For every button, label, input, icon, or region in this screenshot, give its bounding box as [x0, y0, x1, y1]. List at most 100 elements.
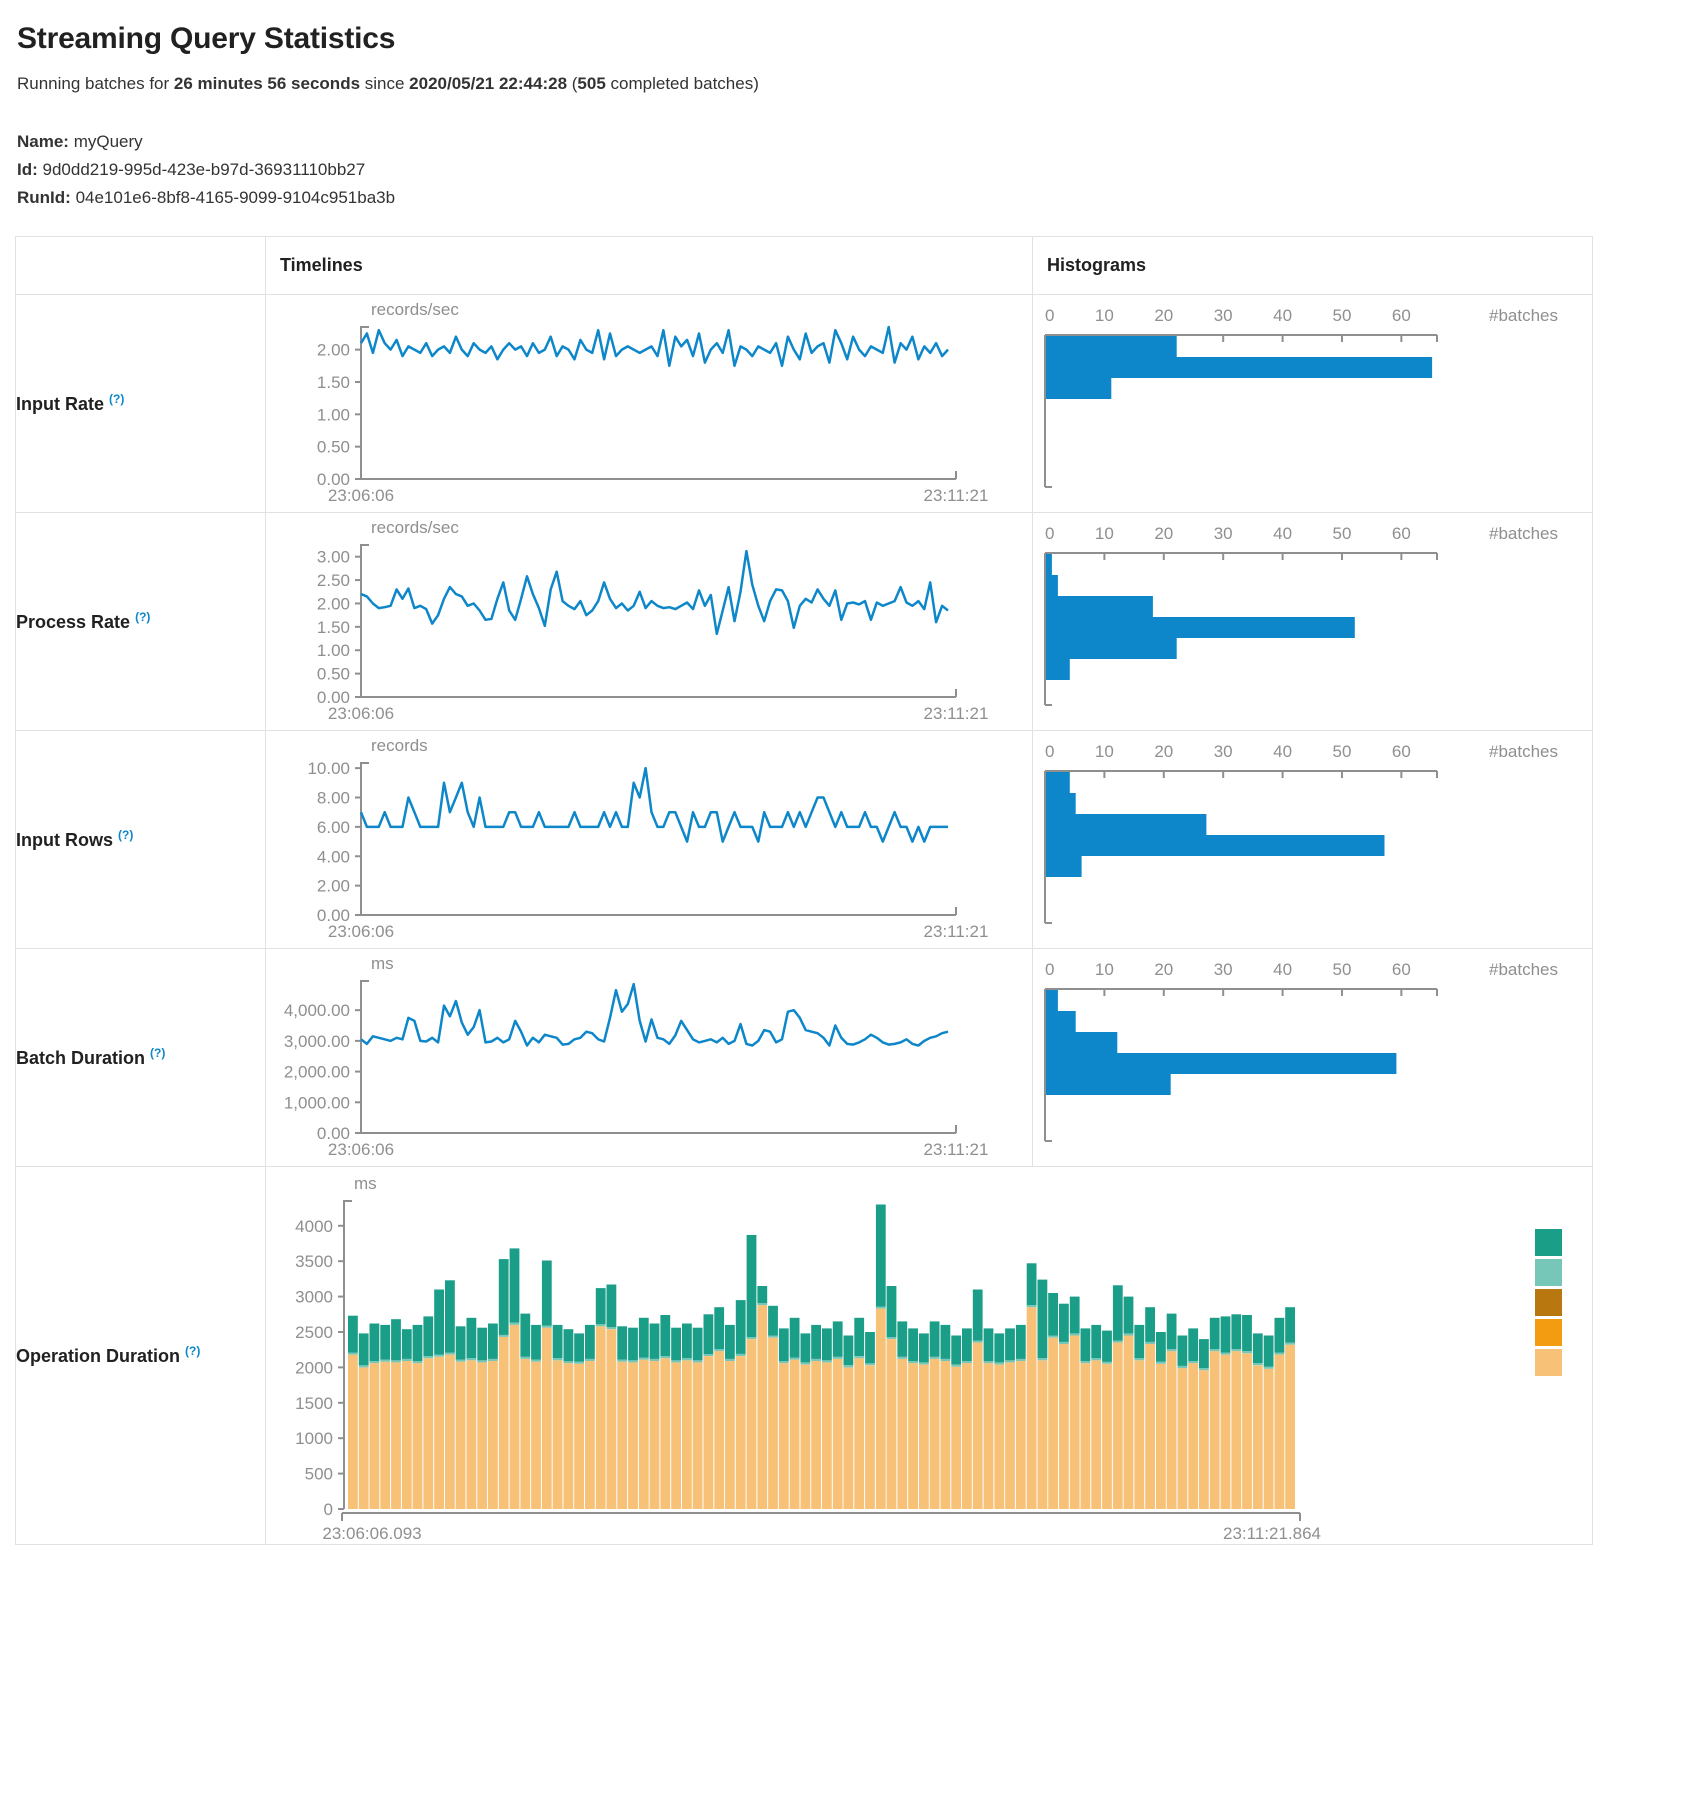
- query-id-line: Id: 9d0dd219-995d-423e-b97d-36931110bb27: [17, 156, 1678, 184]
- input-rate-timeline-cell: records/sec2.001.501.000.500.0023:06:062…: [266, 295, 1033, 513]
- svg-text:2.50: 2.50: [317, 571, 350, 590]
- svg-text:20: 20: [1154, 524, 1173, 543]
- svg-text:20: 20: [1154, 306, 1173, 325]
- running-duration: 26 minutes 56 seconds: [174, 74, 360, 93]
- process-rate-label-cell: Process Rate (?): [16, 513, 266, 731]
- svg-text:#batches: #batches: [1489, 960, 1558, 979]
- completed-count: 505: [577, 74, 605, 93]
- input-rate-timeline-chart: records/sec2.001.501.000.500.0023:06:062…: [266, 295, 1032, 512]
- process-rate-help-icon[interactable]: (?): [135, 610, 150, 624]
- operation-duration-help-icon[interactable]: (?): [185, 1344, 200, 1358]
- process-rate-timeline-chart: records/sec3.002.502.001.501.000.500.002…: [266, 513, 1032, 730]
- input-rows-histogram-chart: 0102030405060#batches: [1033, 735, 1592, 945]
- svg-text:10: 10: [1095, 524, 1114, 543]
- svg-text:20: 20: [1154, 960, 1173, 979]
- svg-text:23:11:21: 23:11:21: [924, 486, 989, 505]
- svg-text:0: 0: [1045, 960, 1054, 979]
- process-rate-histogram-cell: 0102030405060#batches: [1033, 513, 1593, 731]
- svg-text:0.50: 0.50: [317, 438, 350, 457]
- svg-text:records/sec: records/sec: [371, 518, 459, 537]
- table-header-row: Timelines Histograms: [16, 237, 1593, 295]
- svg-text:0: 0: [324, 1500, 333, 1519]
- svg-text:1,000.00: 1,000.00: [284, 1093, 350, 1112]
- svg-text:4000: 4000: [295, 1217, 333, 1236]
- svg-text:0.50: 0.50: [317, 665, 350, 684]
- svg-text:23:06:06: 23:06:06: [328, 1140, 394, 1159]
- batch-duration-help-icon[interactable]: (?): [150, 1046, 165, 1060]
- paren-open: (: [567, 74, 577, 93]
- id-label: Id:: [17, 160, 38, 179]
- svg-text:ms: ms: [371, 954, 394, 973]
- svg-text:#batches: #batches: [1489, 742, 1558, 761]
- svg-text:23:11:21: 23:11:21: [924, 1140, 989, 1159]
- input-rows-label-cell: Input Rows (?): [16, 731, 266, 949]
- input-rows-help-icon[interactable]: (?): [118, 828, 133, 842]
- svg-text:50: 50: [1333, 960, 1352, 979]
- input-rows-histogram-cell: 0102030405060#batches: [1033, 731, 1593, 949]
- id-value: 9d0dd219-995d-423e-b97d-36931110bb27: [43, 160, 366, 179]
- svg-text:1500: 1500: [295, 1394, 333, 1413]
- svg-text:3.00: 3.00: [317, 548, 350, 567]
- legend-swatch-2: [1535, 1259, 1562, 1286]
- svg-text:23:11:21.864: 23:11:21.864: [1223, 1524, 1321, 1543]
- process-rate-histogram-chart: 0102030405060#batches: [1033, 517, 1592, 727]
- svg-text:2.00: 2.00: [317, 877, 350, 896]
- svg-text:2.00: 2.00: [317, 341, 350, 360]
- completed-suffix: completed batches): [606, 74, 759, 93]
- legend-swatch-5: [1535, 1349, 1562, 1376]
- svg-text:23:06:06: 23:06:06: [328, 486, 394, 505]
- svg-text:#batches: #batches: [1489, 306, 1558, 325]
- table-row: Input Rate (?) records/sec2.001.501.000.…: [16, 295, 1593, 513]
- since-text: since: [360, 74, 409, 93]
- svg-text:3000: 3000: [295, 1288, 333, 1307]
- svg-text:1.00: 1.00: [317, 641, 350, 660]
- svg-text:30: 30: [1214, 742, 1233, 761]
- input-rate-help-icon[interactable]: (?): [109, 392, 124, 406]
- table-row: Batch Duration (?) ms4,000.003,000.002,0…: [16, 949, 1593, 1167]
- streaming-query-statistics-page: Streaming Query Statistics Running batch…: [0, 0, 1693, 1575]
- svg-text:#batches: #batches: [1489, 524, 1558, 543]
- histograms-header: Histograms: [1033, 237, 1593, 295]
- svg-text:10.00: 10.00: [307, 759, 350, 778]
- operation-duration-label-cell: Operation Duration (?): [16, 1167, 266, 1545]
- row-label: Input Rate: [16, 394, 104, 414]
- row-label: Process Rate: [16, 612, 130, 632]
- svg-text:40: 40: [1273, 742, 1292, 761]
- svg-text:2.00: 2.00: [317, 595, 350, 614]
- start-time: 2020/05/21 22:44:28: [409, 74, 567, 93]
- svg-text:500: 500: [305, 1465, 333, 1484]
- input-rows-timeline-chart: records10.008.006.004.002.000.0023:06:06…: [266, 731, 1032, 948]
- runid-value: 04e101e6-8bf8-4165-9099-9104c951ba3b: [76, 188, 396, 207]
- table-row: Process Rate (?) records/sec 3.00 2.50 2.00…: [16, 513, 1593, 731]
- runid-label: RunId:: [17, 188, 71, 207]
- svg-text:3,000.00: 3,000.00: [284, 1032, 350, 1051]
- svg-text:1000: 1000: [295, 1429, 333, 1448]
- input-rate-label-cell: Input Rate (?): [16, 295, 266, 513]
- svg-text:records: records: [371, 736, 428, 755]
- operation-duration-legend: [1535, 1229, 1562, 1376]
- svg-text:10: 10: [1095, 742, 1114, 761]
- svg-text:8.00: 8.00: [317, 789, 350, 808]
- legend-swatch-3: [1535, 1289, 1562, 1316]
- svg-text:60: 60: [1392, 960, 1411, 979]
- svg-text:0: 0: [1045, 742, 1054, 761]
- query-meta: Name: myQuery Id: 9d0dd219-995d-423e-b97…: [17, 128, 1678, 212]
- svg-text:1.00: 1.00: [317, 405, 350, 424]
- timelines-header: Timelines: [266, 237, 1033, 295]
- statistics-table: Timelines Histograms Input Rate (?) reco…: [15, 236, 1593, 1545]
- svg-text:20: 20: [1154, 742, 1173, 761]
- svg-text:3500: 3500: [295, 1252, 333, 1271]
- svg-text:30: 30: [1214, 306, 1233, 325]
- svg-text:6.00: 6.00: [317, 818, 350, 837]
- process-rate-timeline-cell: records/sec3.002.502.001.501.000.500.002…: [266, 513, 1033, 731]
- input-rows-timeline-cell: records10.008.006.004.002.000.0023:06:06…: [266, 731, 1033, 949]
- row-label: Operation Duration: [16, 1346, 180, 1366]
- svg-text:60: 60: [1392, 306, 1411, 325]
- svg-text:1.50: 1.50: [317, 373, 350, 392]
- svg-text:40: 40: [1273, 306, 1292, 325]
- svg-text:50: 50: [1333, 306, 1352, 325]
- input-rate-histogram-cell: 0102030405060#batches: [1033, 295, 1593, 513]
- svg-text:60: 60: [1392, 524, 1411, 543]
- svg-text:0: 0: [1045, 524, 1054, 543]
- row-label: Input Rows: [16, 830, 113, 850]
